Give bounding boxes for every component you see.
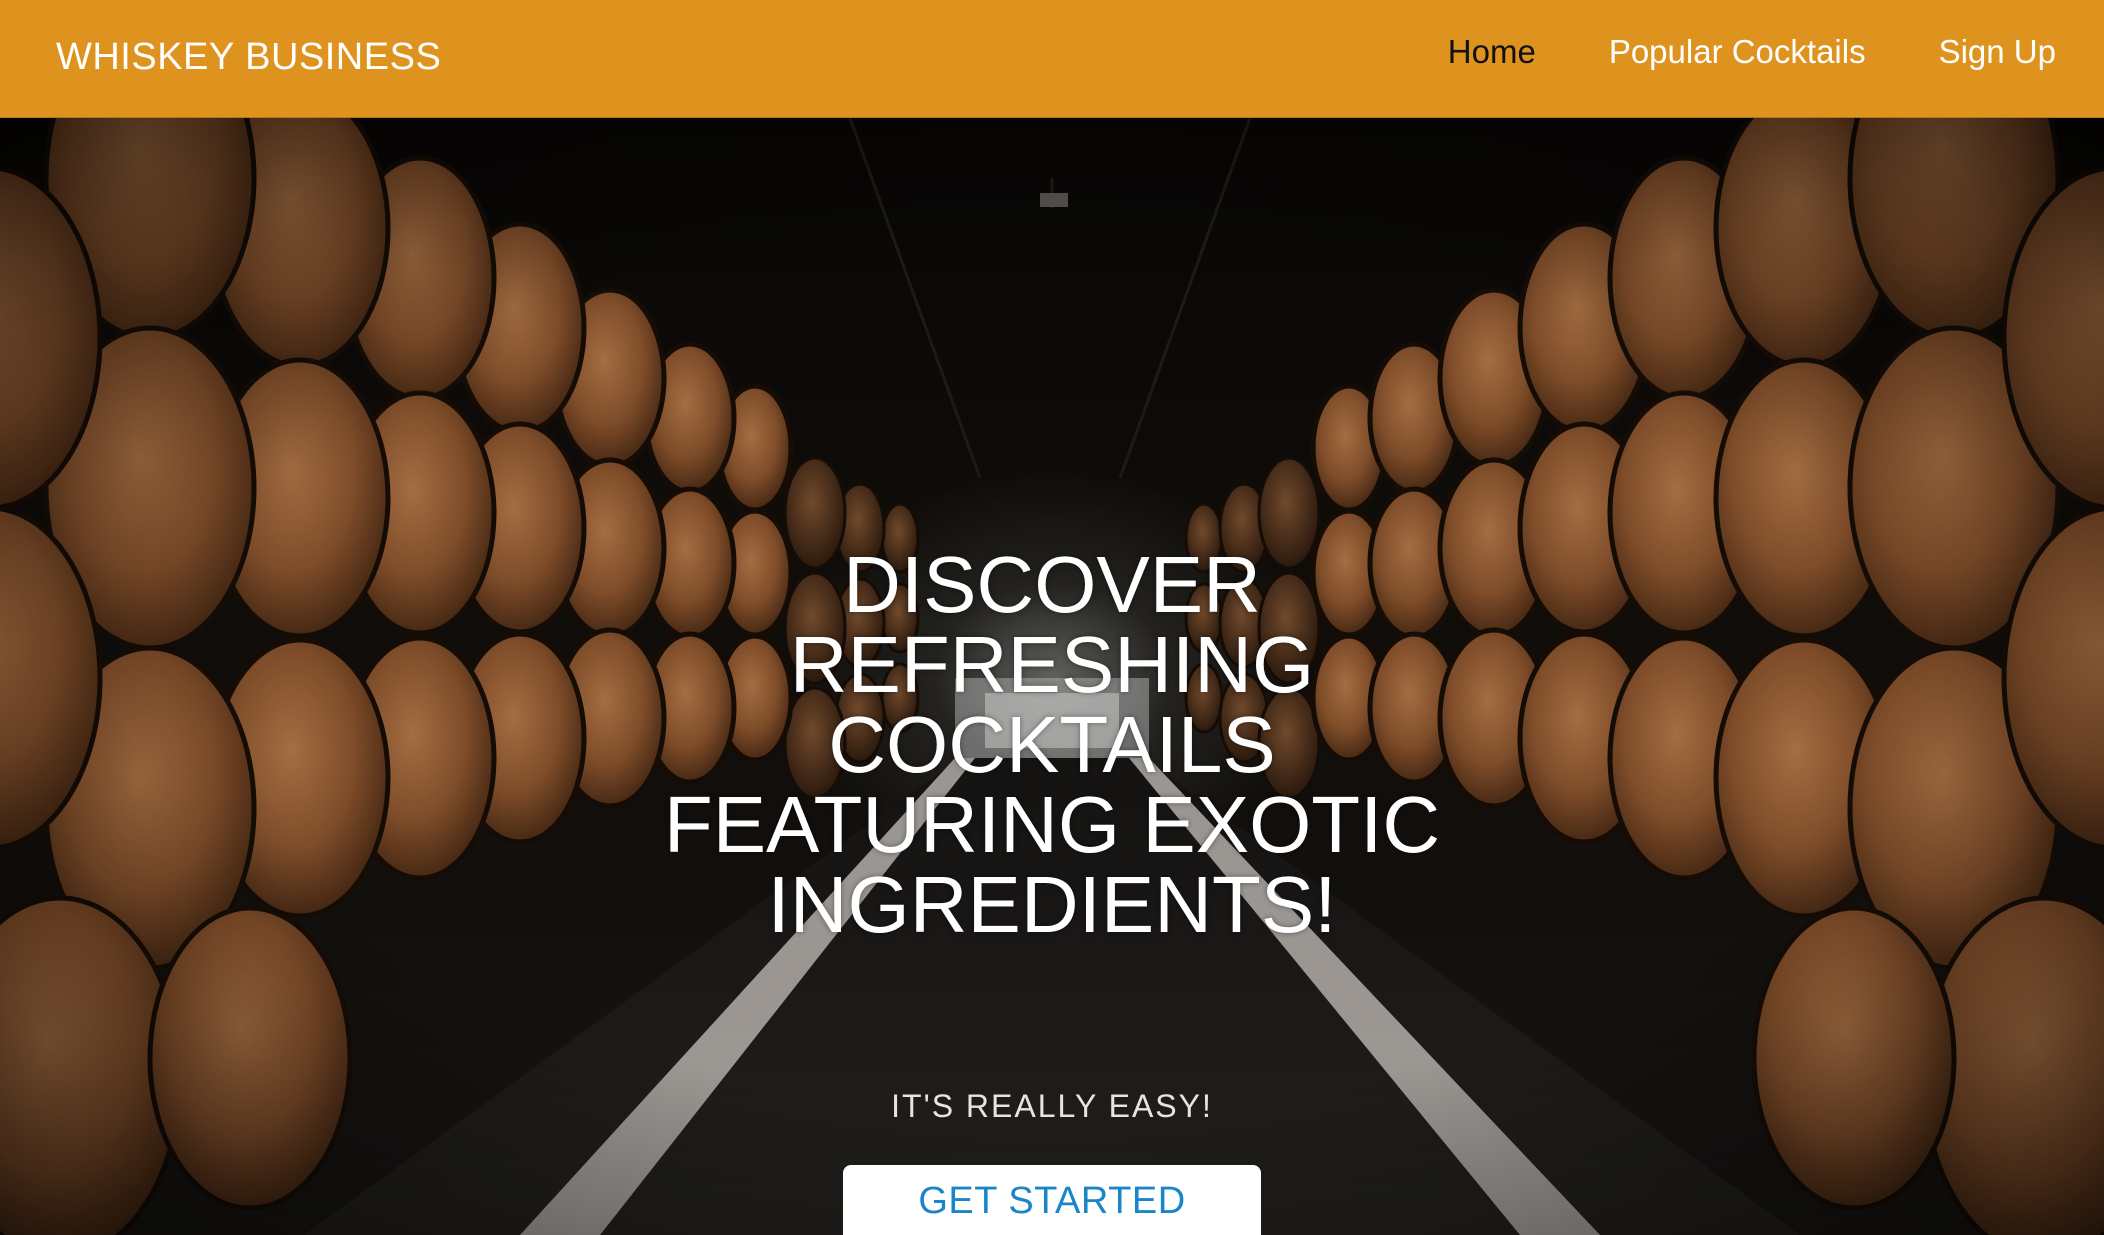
hero-headline: DISCOVER REFRESHING COCKTAILS FEATURING … bbox=[663, 540, 1441, 949]
hero-content: DISCOVER REFRESHING COCKTAILS FEATURING … bbox=[0, 118, 2104, 1235]
nav-links: Home Popular Cocktails Sign Up bbox=[1448, 33, 2056, 71]
get-started-button[interactable]: GET STARTED bbox=[843, 1165, 1261, 1235]
nav-link-sign-up[interactable]: Sign Up bbox=[1939, 33, 2056, 71]
top-navbar: WHISKEY BUSINESS Home Popular Cocktails … bbox=[0, 0, 2104, 118]
hero-section: DISCOVER REFRESHING COCKTAILS FEATURING … bbox=[0, 118, 2104, 1235]
page: WHISKEY BUSINESS Home Popular Cocktails … bbox=[0, 0, 2104, 1235]
nav-link-home[interactable]: Home bbox=[1448, 33, 1536, 71]
brand-logo[interactable]: WHISKEY BUSINESS bbox=[56, 36, 441, 79]
hero-subtitle: IT'S REALLY EASY! bbox=[891, 1088, 1213, 1124]
nav-link-popular-cocktails[interactable]: Popular Cocktails bbox=[1609, 33, 1866, 71]
